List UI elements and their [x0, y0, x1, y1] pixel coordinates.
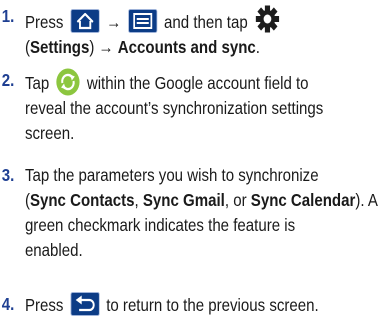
arrow: → [106, 12, 122, 32]
step-number: 2. [1, 70, 15, 90]
step-number: 4. [1, 294, 15, 314]
step-text: to return to the previous screen. [106, 295, 319, 315]
settings-label: Settings [29, 37, 90, 57]
step-2-line-2: reveal the account’s synchronization set… [24, 98, 324, 118]
step-3-line-1: Tap the parameters you wish to synchroni… [24, 165, 319, 185]
gear-icon [254, 4, 280, 34]
period: . [255, 37, 260, 57]
sync-gmail-label: Sync Gmail [142, 190, 225, 210]
step-1-line-1: Press → and then tap [25, 4, 380, 35]
step-1: 1. Press → and then tap (Settings) → Acc… [2, 4, 380, 60]
step-number: 3. [1, 165, 15, 185]
step-1-line-2: (Settings) → Accounts and sync. [25, 35, 380, 60]
step-3-body: Tap the parameters you wish to synchroni… [25, 163, 380, 263]
step-2-body: Tap within the Google account field to r… [25, 68, 380, 146]
step-3: 3. Tap the parameters you wish to synchr… [2, 163, 380, 263]
step-text: within the Google account field to [86, 73, 309, 93]
step-number: 1. [1, 6, 15, 26]
step-text: Press [24, 12, 64, 32]
separator: , [134, 190, 143, 210]
sync-calendar-label: Sync Calendar [250, 190, 356, 210]
step-text: ). A [355, 190, 378, 210]
step-4: 4. Press to return to the previous scree… [2, 292, 380, 318]
step-text: Tap [24, 73, 50, 93]
step-2-line-3: screen. [24, 123, 75, 143]
step-text: Press [24, 295, 64, 315]
step-1-body: Press → and then tap (Settings) → Accoun… [25, 4, 380, 60]
separator: , or [224, 190, 251, 210]
sync-icon [56, 68, 80, 96]
sync-contacts-label: Sync Contacts [29, 190, 135, 210]
step-3-line-2: (Sync Contacts, Sync Gmail, or Sync Cale… [25, 188, 380, 213]
step-3-line-3: green checkmark indicates the feature is [24, 215, 296, 235]
menu-key-icon [128, 9, 158, 33]
step-3-line-4: enabled. [24, 240, 83, 260]
step-4-body: Press to return to the previous screen. [25, 292, 380, 318]
accounts-and-sync-label: Accounts and sync [117, 37, 256, 57]
home-key-icon [70, 9, 100, 33]
paren: ) [89, 37, 95, 57]
step-text: and then tap [164, 12, 248, 32]
step-2-line-1: Tap within the Google account field to [25, 68, 380, 96]
step-2: 2. Tap within the Google account field t… [2, 68, 380, 146]
arrow: → [98, 37, 114, 57]
instruction-document: 1. Press → and then tap (Settings) → Acc… [0, 0, 378, 322]
back-key-icon [70, 292, 100, 316]
